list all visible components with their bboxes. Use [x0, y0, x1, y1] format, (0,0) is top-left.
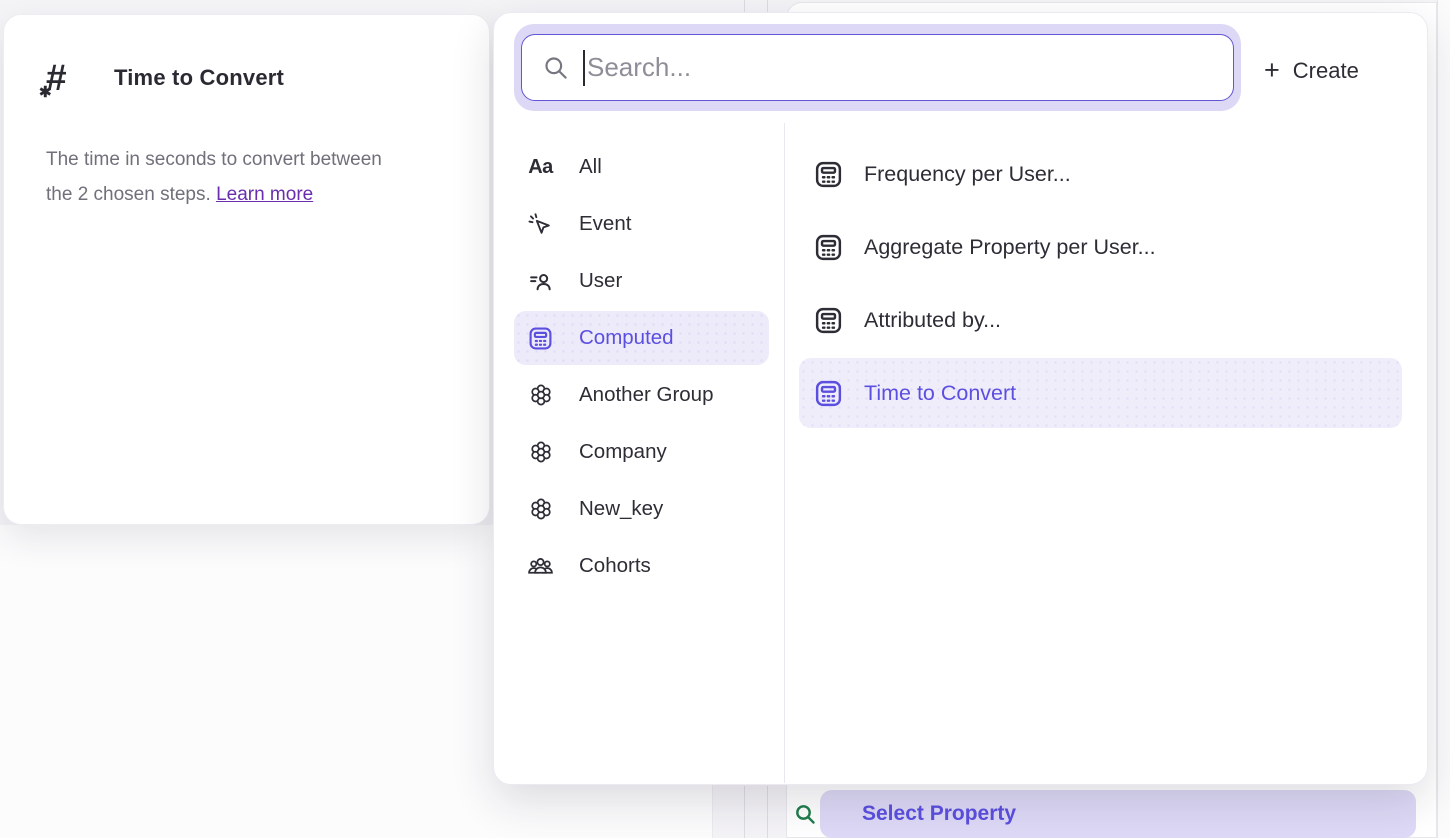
search-icon — [542, 54, 569, 81]
category-another-group[interactable]: Another Group — [514, 368, 769, 422]
cursor-click-icon — [527, 211, 554, 238]
description-line-2: the 2 chosen steps. — [46, 184, 211, 205]
panel-divider — [784, 123, 785, 783]
plus-icon: + — [1264, 57, 1280, 84]
calculator-icon — [527, 325, 554, 352]
property-picker-panel: Search... + Create Aa All Event User Compute… — [493, 12, 1428, 785]
category-label: New_key — [579, 497, 663, 521]
card-header: #✱ Time to Convert — [46, 59, 489, 96]
background-divider — [767, 786, 768, 838]
result-label: Aggregate Property per User... — [864, 235, 1156, 260]
category-new-key[interactable]: New_key — [514, 482, 769, 536]
category-company[interactable]: Company — [514, 425, 769, 479]
calculator-icon — [813, 232, 844, 263]
create-button[interactable]: + Create — [1264, 57, 1359, 84]
calculator-icon — [813, 159, 844, 190]
calculator-icon — [813, 305, 844, 336]
result-frequency-per-user[interactable]: Frequency per User... — [799, 139, 1402, 209]
select-property-label: Select Property — [862, 802, 1016, 826]
group-cluster-icon — [527, 439, 554, 466]
card-title: Time to Convert — [114, 65, 284, 91]
text-format-icon: Aa — [527, 154, 554, 181]
learn-more-link[interactable]: Learn more — [216, 184, 313, 205]
background-divider — [744, 786, 745, 838]
result-time-to-convert[interactable]: Time to Convert — [799, 358, 1402, 428]
text-cursor — [583, 50, 585, 86]
group-cluster-icon — [527, 496, 554, 523]
card-description: The time in seconds to convert between t… — [46, 142, 441, 212]
category-label: Another Group — [579, 383, 713, 407]
category-label: Cohorts — [579, 554, 651, 578]
search-focus-ring: Search... — [514, 24, 1241, 111]
category-computed[interactable]: Computed — [514, 311, 769, 365]
background-panel-right — [1437, 0, 1450, 838]
category-label: Event — [579, 212, 631, 236]
user-icon — [527, 268, 554, 295]
category-list: Aa All Event User Computed Another Group Compa… — [514, 140, 769, 596]
group-cluster-icon — [527, 382, 554, 409]
category-user[interactable]: User — [514, 254, 769, 308]
category-event[interactable]: Event — [514, 197, 769, 251]
select-property-row: Select Property — [786, 785, 1437, 838]
property-info-card: #✱ Time to Convert The time in seconds t… — [3, 14, 490, 525]
result-label: Time to Convert — [864, 381, 1016, 406]
result-aggregate-property-per-user[interactable]: Aggregate Property per User... — [799, 212, 1402, 282]
calculator-icon — [813, 378, 844, 409]
category-cohorts[interactable]: Cohorts — [514, 539, 769, 593]
search-icon — [793, 802, 817, 826]
cohorts-icon — [527, 553, 554, 580]
result-label: Frequency per User... — [864, 162, 1071, 187]
search-input[interactable]: Search... — [521, 34, 1234, 101]
category-all[interactable]: Aa All — [514, 140, 769, 194]
search-placeholder: Search... — [587, 52, 691, 83]
select-property-button[interactable]: Select Property — [820, 790, 1416, 838]
numeric-property-icon: #✱ — [46, 59, 88, 96]
result-label: Attributed by... — [864, 308, 1001, 333]
description-line-1: The time in seconds to convert between — [46, 149, 382, 170]
category-label: Computed — [579, 326, 674, 350]
result-attributed-by[interactable]: Attributed by... — [799, 285, 1402, 355]
create-button-label: Create — [1293, 58, 1359, 84]
category-label: User — [579, 269, 622, 293]
category-label: Company — [579, 440, 667, 464]
results-list: Frequency per User... Aggregate Property … — [799, 139, 1402, 431]
category-label: All — [579, 155, 602, 179]
